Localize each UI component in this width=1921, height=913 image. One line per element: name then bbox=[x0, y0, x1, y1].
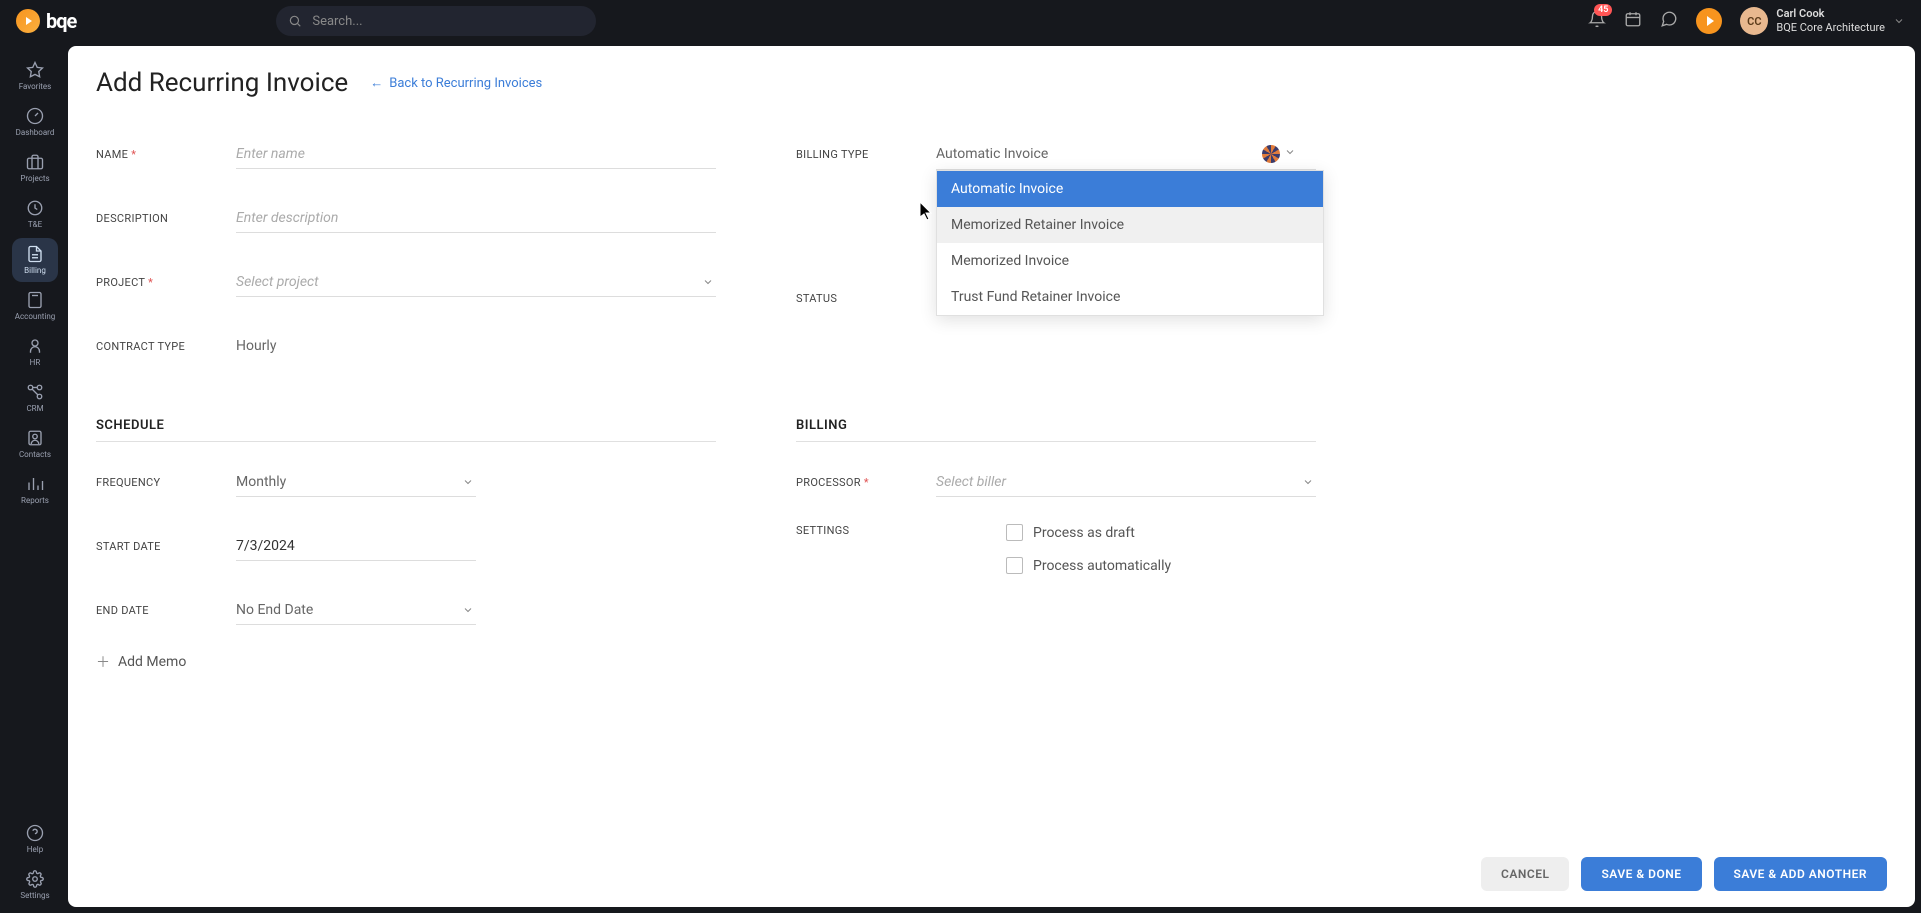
search-input[interactable] bbox=[276, 6, 596, 36]
billing-heading: BILLING bbox=[796, 418, 1316, 442]
process-auto-checkbox[interactable] bbox=[1006, 557, 1023, 574]
sidebar-item-accounting[interactable]: Accounting bbox=[12, 284, 58, 328]
name-input[interactable] bbox=[236, 140, 716, 169]
description-input[interactable] bbox=[236, 204, 716, 233]
billing-type-label: BILLING TYPE bbox=[796, 148, 936, 161]
name-label: NAME bbox=[96, 148, 236, 161]
arrow-left-icon: ← bbox=[370, 75, 383, 91]
contract-type-value: Hourly bbox=[236, 332, 716, 360]
contract-type-label: CONTRACT TYPE bbox=[96, 340, 236, 353]
notifications-button[interactable]: 45 bbox=[1588, 10, 1606, 32]
page-title: Add Recurring Invoice bbox=[96, 68, 348, 98]
logo-text: bqe bbox=[46, 9, 76, 33]
save-done-button[interactable]: SAVE & DONE bbox=[1581, 857, 1701, 891]
address-book-icon bbox=[26, 429, 44, 447]
end-date-label: END DATE bbox=[96, 604, 236, 617]
search-wrap bbox=[276, 6, 596, 36]
footer: CANCEL SAVE & DONE SAVE & ADD ANOTHER bbox=[68, 841, 1915, 907]
billing-type-icon bbox=[1262, 145, 1280, 163]
user-menu[interactable]: CC Carl Cook BQE Core Architecture bbox=[1740, 7, 1905, 36]
gauge-icon bbox=[26, 107, 44, 125]
logo-icon bbox=[16, 9, 40, 33]
billing-type-dropdown[interactable]: Automatic Invoice bbox=[936, 139, 1316, 170]
end-date-dropdown[interactable]: No End Date bbox=[236, 596, 476, 625]
process-draft-checkbox[interactable] bbox=[1006, 524, 1023, 541]
chevron-down-icon bbox=[462, 476, 474, 492]
chevron-down-icon bbox=[1302, 476, 1314, 492]
sidebar-item-contacts[interactable]: Contacts bbox=[12, 422, 58, 466]
start-date-input[interactable] bbox=[236, 532, 476, 561]
star-icon bbox=[26, 61, 44, 79]
gear-icon bbox=[26, 870, 44, 888]
person-icon bbox=[26, 337, 44, 355]
sidebar-item-help[interactable]: Help bbox=[12, 817, 58, 861]
billing-type-option-trust-fund[interactable]: Trust Fund Retainer Invoice bbox=[937, 279, 1323, 315]
user-org: BQE Core Architecture bbox=[1776, 21, 1885, 35]
notification-badge: 45 bbox=[1594, 4, 1612, 16]
project-dropdown[interactable]: Select project bbox=[236, 268, 716, 297]
back-link[interactable]: ← Back to Recurring Invoices bbox=[370, 75, 542, 91]
process-draft-label: Process as draft bbox=[1033, 525, 1135, 541]
plus-icon: ＋ bbox=[96, 652, 110, 672]
save-add-another-button[interactable]: SAVE & ADD ANOTHER bbox=[1714, 857, 1888, 891]
avatar: CC bbox=[1740, 7, 1768, 35]
sidebar-item-projects[interactable]: Projects bbox=[12, 146, 58, 190]
settings-label: SETTINGS bbox=[796, 524, 936, 537]
sidebar-item-te[interactable]: T&E bbox=[12, 192, 58, 236]
start-date-label: START DATE bbox=[96, 540, 236, 553]
chevron-down-icon bbox=[702, 276, 714, 292]
briefcase-icon bbox=[26, 153, 44, 171]
sidebar-item-dashboard[interactable]: Dashboard bbox=[12, 100, 58, 144]
frequency-label: FREQUENCY bbox=[96, 476, 236, 489]
status-label: STATUS bbox=[796, 292, 936, 305]
help-icon bbox=[26, 824, 44, 842]
logo[interactable]: bqe bbox=[16, 9, 76, 33]
user-name: Carl Cook bbox=[1776, 7, 1885, 21]
processor-dropdown[interactable]: Select biller bbox=[936, 468, 1316, 497]
cancel-button[interactable]: CANCEL bbox=[1481, 857, 1569, 891]
sidebar-item-favorites[interactable]: Favorites bbox=[12, 54, 58, 98]
topbar: bqe 45 CC Carl Cook BQ bbox=[0, 0, 1921, 42]
sidebar-item-crm[interactable]: CRM bbox=[12, 376, 58, 420]
main-panel: Add Recurring Invoice ← Back to Recurrin… bbox=[68, 46, 1915, 907]
chevron-down-icon bbox=[462, 604, 474, 620]
schedule-heading: SCHEDULE bbox=[96, 418, 716, 442]
frequency-dropdown[interactable]: Monthly bbox=[236, 468, 476, 497]
clock-dollar-icon bbox=[26, 199, 44, 217]
sidebar-item-settings[interactable]: Settings bbox=[12, 863, 58, 907]
sidebar-item-billing[interactable]: Billing bbox=[12, 238, 58, 282]
search-icon bbox=[288, 13, 302, 32]
chart-icon bbox=[26, 475, 44, 493]
calendar-button[interactable] bbox=[1624, 10, 1642, 32]
sidebar: Favorites Dashboard Projects T&E Billing… bbox=[6, 46, 64, 907]
description-label: DESCRIPTION bbox=[96, 212, 236, 225]
chevron-down-icon bbox=[1893, 12, 1905, 31]
billing-type-option-automatic[interactable]: Automatic Invoice bbox=[937, 171, 1323, 207]
sidebar-item-hr[interactable]: HR bbox=[12, 330, 58, 374]
chat-button[interactable] bbox=[1660, 10, 1678, 32]
network-icon bbox=[26, 383, 44, 401]
billing-type-option-memorized[interactable]: Memorized Invoice bbox=[937, 243, 1323, 279]
invoice-icon bbox=[26, 245, 44, 263]
chevron-down-icon bbox=[1284, 146, 1296, 162]
billing-type-menu: Automatic Invoice Memorized Retainer Inv… bbox=[936, 170, 1324, 316]
process-auto-label: Process automatically bbox=[1033, 558, 1171, 574]
billing-type-option-memorized-retainer[interactable]: Memorized Retainer Invoice bbox=[937, 207, 1323, 243]
sidebar-item-reports[interactable]: Reports bbox=[12, 468, 58, 512]
calculator-icon bbox=[26, 291, 44, 309]
play-button[interactable] bbox=[1696, 8, 1722, 34]
processor-label: PROCESSOR bbox=[796, 476, 936, 489]
project-label: PROJECT bbox=[96, 276, 236, 289]
add-memo-button[interactable]: ＋ Add Memo bbox=[96, 652, 716, 672]
